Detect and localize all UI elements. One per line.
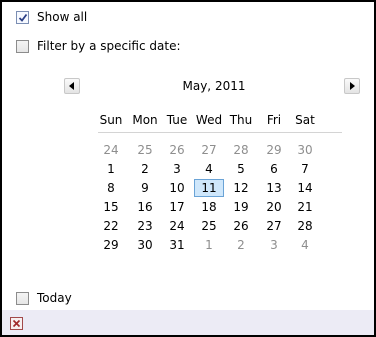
other-month-day-cell[interactable]: 30 (290, 141, 320, 159)
other-month-day-cell[interactable]: 29 (259, 141, 289, 159)
other-month-day-cell[interactable]: 26 (162, 141, 192, 159)
day-cell[interactable]: 6 (259, 160, 289, 178)
day-cell[interactable]: 21 (290, 198, 320, 216)
day-cell[interactable]: 17 (162, 198, 192, 216)
today-label: Today (37, 291, 72, 305)
day-cell[interactable]: 3 (162, 160, 192, 178)
day-cell[interactable]: 2 (130, 160, 160, 178)
other-month-day-cell[interactable]: 27 (194, 141, 224, 159)
day-cell[interactable]: 9 (130, 179, 160, 197)
other-month-day-cell[interactable]: 25 (130, 141, 160, 159)
filter-by-date-checkbox[interactable] (16, 40, 29, 53)
day-cell[interactable]: 13 (259, 179, 289, 197)
other-month-day-cell[interactable]: 24 (96, 141, 126, 159)
weekday-wed: Wed (195, 113, 223, 127)
other-month-day-cell[interactable]: 28 (226, 141, 256, 159)
day-cell[interactable]: 14 (290, 179, 320, 197)
day-cell[interactable]: 26 (226, 217, 256, 235)
weekday-thu: Thu (229, 113, 253, 127)
day-cell[interactable]: 19 (226, 198, 256, 216)
day-cell[interactable]: 30 (130, 236, 160, 254)
day-cell[interactable]: 1 (96, 160, 126, 178)
day-cell[interactable]: 4 (194, 160, 224, 178)
day-cell[interactable]: 16 (130, 198, 160, 216)
day-cell[interactable]: 7 (290, 160, 320, 178)
next-month-button[interactable] (344, 78, 360, 94)
day-cell[interactable]: 15 (96, 198, 126, 216)
selected-day-cell[interactable]: 11 (194, 179, 224, 197)
day-cell[interactable]: 25 (194, 217, 224, 235)
day-cell[interactable]: 23 (130, 217, 160, 235)
other-month-day-cell[interactable]: 1 (194, 236, 224, 254)
show-all-checkbox[interactable] (16, 11, 29, 24)
day-cell[interactable]: 31 (162, 236, 192, 254)
day-cell[interactable]: 28 (290, 217, 320, 235)
day-cell[interactable]: 29 (96, 236, 126, 254)
filter-by-date-label: Filter by a specific date: (37, 39, 181, 53)
weekday-mon: Mon (132, 113, 158, 127)
month-calendar: May, 2011 Sun Mon Tue Wed Thu Fri Sat 24 25 26 27… (58, 70, 370, 280)
other-month-day-cell[interactable]: 4 (290, 236, 320, 254)
day-cell[interactable]: 10 (162, 179, 192, 197)
other-month-day-cell[interactable]: 2 (226, 236, 256, 254)
footer-bar (2, 310, 374, 335)
date-filter-panel: Show all Filter by a specific date: May,… (0, 0, 376, 337)
day-cell[interactable]: 18 (194, 198, 224, 216)
header-divider (98, 132, 342, 133)
day-cell[interactable]: 27 (259, 217, 289, 235)
day-cell[interactable]: 20 (259, 198, 289, 216)
day-cell[interactable]: 8 (96, 179, 126, 197)
weekday-sat: Sat (295, 113, 315, 127)
checkmark-icon (18, 13, 28, 22)
other-month-day-cell[interactable]: 3 (259, 236, 289, 254)
weekday-tue: Tue (166, 113, 188, 127)
weekday-fri: Fri (266, 113, 282, 127)
month-title: May, 2011 (182, 79, 246, 93)
close-button[interactable] (10, 317, 23, 330)
day-cell[interactable]: 5 (226, 160, 256, 178)
day-cell[interactable]: 12 (226, 179, 256, 197)
close-icon (12, 319, 21, 328)
day-cell[interactable]: 22 (96, 217, 126, 235)
day-cell[interactable]: 24 (162, 217, 192, 235)
weekday-sun: Sun (99, 113, 123, 127)
show-all-label: Show all (37, 10, 88, 24)
today-checkbox[interactable] (16, 292, 29, 305)
chevron-right-icon (350, 82, 355, 90)
